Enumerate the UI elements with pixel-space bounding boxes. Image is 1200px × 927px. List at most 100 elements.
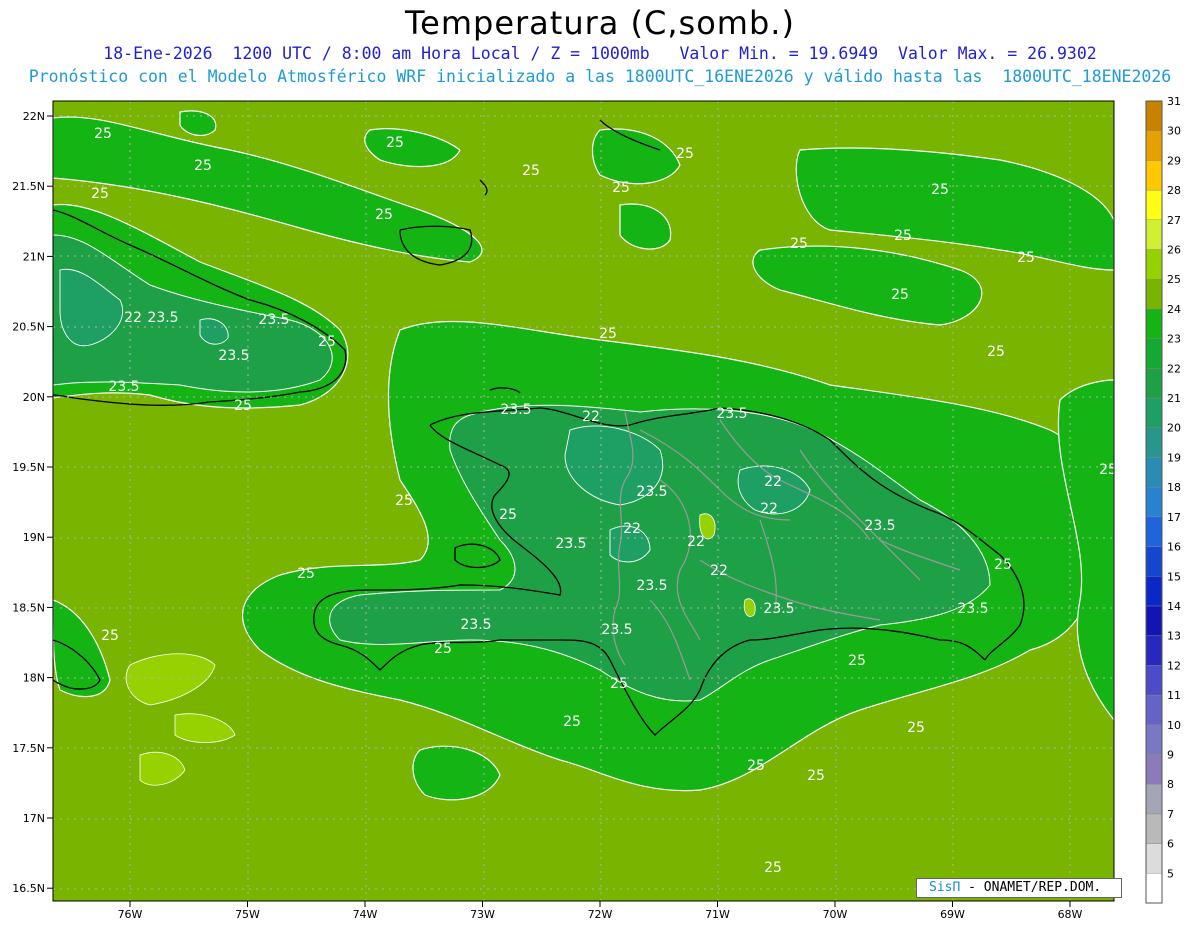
contour-label: 25: [891, 287, 909, 303]
colorbar-label: 9: [1167, 748, 1174, 761]
contour-label: 25: [807, 768, 825, 784]
contour-label: 22: [760, 501, 778, 517]
colorbar-label: 6: [1167, 838, 1174, 851]
contour-label: 25: [194, 158, 212, 174]
colorbar-label: 25: [1167, 273, 1181, 286]
contour-label: 22: [124, 310, 142, 326]
contour-label: 25: [395, 493, 413, 509]
colorbar-label: 15: [1167, 570, 1181, 583]
contour-label: 25: [747, 758, 765, 774]
contour-label: 22: [687, 534, 705, 550]
contour-label: 25: [612, 180, 630, 196]
colorbar-swatch: [1145, 249, 1163, 280]
credit-brand: SisΠ: [929, 880, 961, 895]
contour-label: 23.5: [555, 536, 586, 552]
temperature-map: 25 25 25 25 25 25 25 25 25 25 25 25 25 25 25 25 25 25 25 25…: [12, 95, 1181, 921]
colorbar-label: 18: [1167, 481, 1181, 494]
colorbar-label: 12: [1167, 659, 1181, 672]
contour-label: 22: [710, 563, 728, 579]
colorbar-label: 13: [1167, 630, 1181, 643]
contour-label: 22: [623, 521, 641, 537]
contour-label: 25: [101, 628, 119, 644]
colorbar-label: 23: [1167, 333, 1181, 346]
contour-label: 25: [931, 182, 949, 198]
contour-label: 23.5: [218, 348, 249, 364]
contour-label: 23.5: [636, 578, 667, 594]
contour-label: 25: [499, 507, 517, 523]
colorbar-label: 8: [1167, 778, 1174, 791]
lon-label: 71W: [705, 908, 730, 921]
contour-label: 23.5: [258, 312, 289, 328]
lat-label: 21.5N: [12, 180, 45, 193]
contour-label: 25: [599, 326, 617, 342]
colorbar-swatch: [1145, 486, 1163, 518]
contour-label: 23.5: [957, 601, 988, 617]
colorbar-swatch: [1145, 100, 1163, 131]
lon-label: 70W: [823, 908, 848, 921]
contour-label: 23.5: [716, 406, 747, 422]
colorbar-swatch: [1145, 219, 1163, 250]
colorbar-label: 16: [1167, 541, 1181, 554]
colorbar-swatch: [1145, 783, 1163, 815]
lat-label: 19.5N: [12, 461, 45, 474]
contour-label: 25: [894, 228, 912, 244]
contour-label: 25: [764, 860, 782, 876]
contour-label: 25: [386, 135, 404, 151]
credit-text: - ONAMET/REP.DOM.: [960, 880, 1102, 895]
contour-label: 25: [91, 186, 109, 202]
contour-label: 23.5: [763, 601, 794, 617]
contour-label: 25: [94, 126, 112, 142]
lat-label: 18N: [23, 672, 45, 685]
colorbar-swatch: [1145, 873, 1163, 904]
contour-label: 23.5: [460, 617, 491, 633]
contour-label: 25: [297, 566, 315, 582]
colorbar-swatch: [1145, 635, 1163, 666]
contour-label: 25: [375, 207, 393, 223]
colorbar-label: 14: [1167, 600, 1181, 613]
colorbar-swatch: [1145, 605, 1163, 636]
lat-label: 18.5N: [12, 601, 45, 614]
contour-label: 25: [907, 720, 925, 736]
colorbar-label: 26: [1167, 244, 1181, 257]
colorbar-swatch: [1145, 427, 1163, 458]
contour-label: 23.5: [147, 310, 178, 326]
contour-label: 23.5: [108, 379, 139, 395]
colorbar-label: 22: [1167, 362, 1181, 375]
colorbar-swatch: [1145, 397, 1163, 428]
colorbar-label: 21: [1167, 392, 1181, 405]
colorbar-label: 19: [1167, 451, 1181, 464]
lon-label: 68W: [1058, 908, 1083, 921]
colorbar-swatch: [1145, 665, 1163, 696]
colorbar-label: 20: [1167, 422, 1181, 435]
contour-label: 23.5: [601, 622, 632, 638]
colorbar-swatch: [1145, 308, 1163, 339]
lat-label: 20.5N: [12, 321, 45, 334]
longitude-axis: 76W 75W 74W 73W 72W 71W 70W 69W 68W: [118, 901, 1083, 921]
colorbar-swatch: [1145, 368, 1163, 399]
lat-label: 16.5N: [12, 882, 45, 895]
colorbar-swatch: [1145, 516, 1163, 547]
colorbar-swatch: [1145, 189, 1163, 221]
contour-label: 23.5: [500, 402, 531, 418]
colorbar-swatch: [1145, 754, 1163, 785]
lat-label: 21N: [23, 250, 45, 263]
colorbar-label: 7: [1167, 808, 1174, 821]
colorbar-swatch: [1145, 457, 1163, 488]
lon-label: 69W: [940, 908, 965, 921]
contour-label: 25: [848, 653, 866, 669]
contour-label: 25: [790, 236, 808, 252]
colorbar-label: 29: [1167, 154, 1181, 167]
colorbar-swatch: [1145, 338, 1163, 369]
contour-label: 23.5: [636, 484, 667, 500]
colorbar-swatch: [1145, 279, 1163, 310]
colorbar: 5 6 7 8 9 10 11 12 13 14 15 16 17 18 19 20 21 22 23 24 25 26 2…: [1145, 95, 1181, 904]
contour-label: 22: [764, 474, 782, 490]
colorbar-swatch: [1145, 724, 1163, 755]
lon-label: 72W: [588, 908, 613, 921]
colorbar-swatch: [1145, 160, 1163, 191]
contour-label: 25: [434, 641, 452, 657]
lon-label: 75W: [235, 908, 260, 921]
contour-label: 22: [582, 409, 600, 425]
contour-label: 25: [522, 163, 540, 179]
colorbar-label: 28: [1167, 184, 1181, 197]
